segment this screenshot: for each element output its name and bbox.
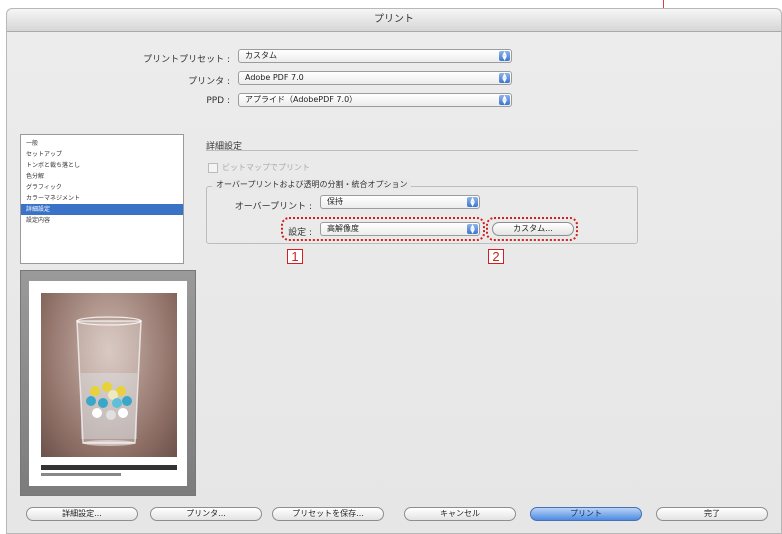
annotation-badge-2: 2 <box>488 249 504 264</box>
preview-caption-line <box>41 473 121 476</box>
cancel-button[interactable]: キャンセル <box>404 507 516 521</box>
sidebar-item-setup[interactable]: セットアップ <box>21 149 183 160</box>
preview-page <box>29 281 187 486</box>
ppd-label: PPD : <box>206 96 230 106</box>
sidebar-item-graphics[interactable]: グラフィック <box>21 182 183 193</box>
preview-caption-bar <box>41 465 177 470</box>
chevron-updown-icon: ▲ ▼ <box>499 95 510 106</box>
save-preset-button[interactable]: プリセットを保存... <box>272 507 384 521</box>
printer-popup[interactable]: Adobe PDF 7.0 ▲ ▼ <box>238 71 512 85</box>
ppd-value: アプライド（AdobePDF 7.0） <box>245 95 358 104</box>
overprint-label: オーバープリント : <box>234 202 312 212</box>
print-button[interactable]: プリント <box>530 507 642 521</box>
window-title: プリント <box>7 9 781 32</box>
sidebar-item-color-management[interactable]: カラーマネジメント <box>21 193 183 204</box>
sidebar-item-general[interactable]: 一般 <box>21 138 183 149</box>
bitmap-print-label: ビットマップでプリント <box>222 163 310 172</box>
checkbox-icon <box>208 162 218 173</box>
chevron-updown-icon: ▲ ▼ <box>467 197 478 208</box>
printer-value: Adobe PDF 7.0 <box>245 73 304 82</box>
sidebar-item-separations[interactable]: 色分解 <box>21 171 183 182</box>
overprint-value: 保持 <box>327 197 343 206</box>
annotation-badge-1: 1 <box>287 249 303 264</box>
ppd-popup[interactable]: アプライド（AdobePDF 7.0） ▲ ▼ <box>238 93 512 107</box>
print-preset-value: カスタム <box>245 51 277 60</box>
category-list[interactable]: 一般 セットアップ トンボと裁ち落とし 色分解 グラフィック カラーマネジメント… <box>20 134 184 264</box>
sidebar-item-summary[interactable]: 設定内容 <box>21 215 183 226</box>
printer-label: プリンタ : <box>188 77 230 87</box>
setup-button[interactable]: 詳細設定... <box>26 507 138 521</box>
bitmap-print-checkbox[interactable]: ビットマップでプリント <box>208 162 310 173</box>
sidebar-item-advanced[interactable]: 詳細設定 <box>21 204 183 215</box>
sidebar-item-marks-bleed[interactable]: トンボと裁ち落とし <box>21 160 183 171</box>
print-preview <box>20 270 196 496</box>
preview-image <box>41 293 177 457</box>
printer-button[interactable]: プリンタ... <box>150 507 262 521</box>
section-divider <box>206 150 638 151</box>
print-preset-popup[interactable]: カスタム ▲ ▼ <box>238 49 512 63</box>
annotation-highlight-1 <box>281 217 485 241</box>
preset-label: プリントプリセット : <box>143 55 230 65</box>
done-button[interactable]: 完了 <box>656 507 768 521</box>
overprint-popup[interactable]: 保持 ▲ ▼ <box>320 195 480 209</box>
chevron-updown-icon: ▲ ▼ <box>499 73 510 84</box>
chevron-updown-icon: ▲ ▼ <box>499 51 510 62</box>
group-title: オーバープリントおよび透明の分割・統合オプション <box>212 179 412 190</box>
glass-illustration <box>76 316 142 446</box>
annotation-highlight-2 <box>486 217 578 241</box>
